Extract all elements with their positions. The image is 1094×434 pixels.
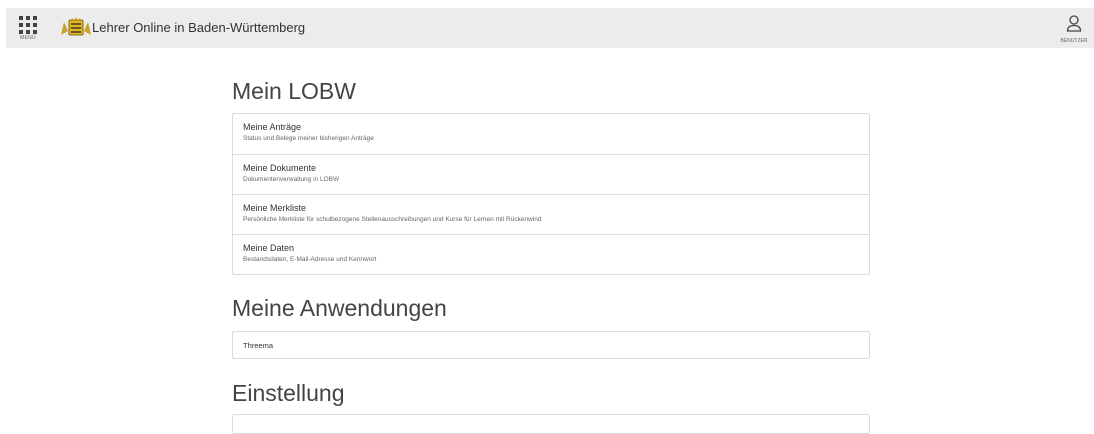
- user-button[interactable]: BENUTZER: [1060, 15, 1088, 45]
- grid-icon: [19, 16, 37, 34]
- section-title-einstellung: Einstellung: [232, 380, 345, 406]
- list-item-threema[interactable]: Threema: [233, 332, 869, 358]
- item-description: Persönliche Merkliste für schulbezogene …: [243, 216, 542, 223]
- app-title[interactable]: Lehrer Online in Baden-Württemberg: [92, 20, 305, 35]
- top-bar: MENÜ Lehrer Online in Baden-Württemberg …: [6, 8, 1094, 48]
- coat-of-arms-logo[interactable]: [60, 17, 92, 37]
- item-title: Meine Merkliste: [243, 203, 307, 213]
- user-icon: [1066, 15, 1082, 32]
- menu-label: MENÜ: [20, 35, 36, 41]
- mein-lobw-list: Meine Anträge Status und Belege meiner b…: [232, 113, 870, 275]
- section-title-meine-anwendungen: Meine Anwendungen: [232, 295, 447, 321]
- list-item-meine-daten[interactable]: Meine Daten Bestandsdaten, E-Mail-Adress…: [233, 234, 869, 274]
- menu-button[interactable]: MENÜ: [16, 14, 40, 42]
- anwendungen-list: Threema: [232, 331, 870, 359]
- einstellung-list: [232, 414, 870, 434]
- user-label: BENUTZER: [1060, 38, 1088, 44]
- item-description: Dokumentenverwaltung in LOBW: [243, 176, 340, 183]
- item-title: Meine Dokumente: [243, 163, 317, 173]
- item-description: Status und Belege meiner bisherigen Antr…: [243, 135, 374, 142]
- list-item-meine-dokumente[interactable]: Meine Dokumente Dokumentenverwaltung in …: [233, 154, 869, 194]
- item-title: Meine Daten: [243, 243, 295, 253]
- section-title-mein-lobw: Mein LOBW: [232, 78, 356, 104]
- list-item-meine-merkliste[interactable]: Meine Merkliste Persönliche Merkliste fü…: [233, 194, 869, 234]
- list-item-meine-antraege[interactable]: Meine Anträge Status und Belege meiner b…: [233, 114, 869, 154]
- item-title: Meine Anträge: [243, 122, 302, 132]
- item-description: Bestandsdaten, E-Mail-Adresse und Kennwo…: [243, 256, 377, 263]
